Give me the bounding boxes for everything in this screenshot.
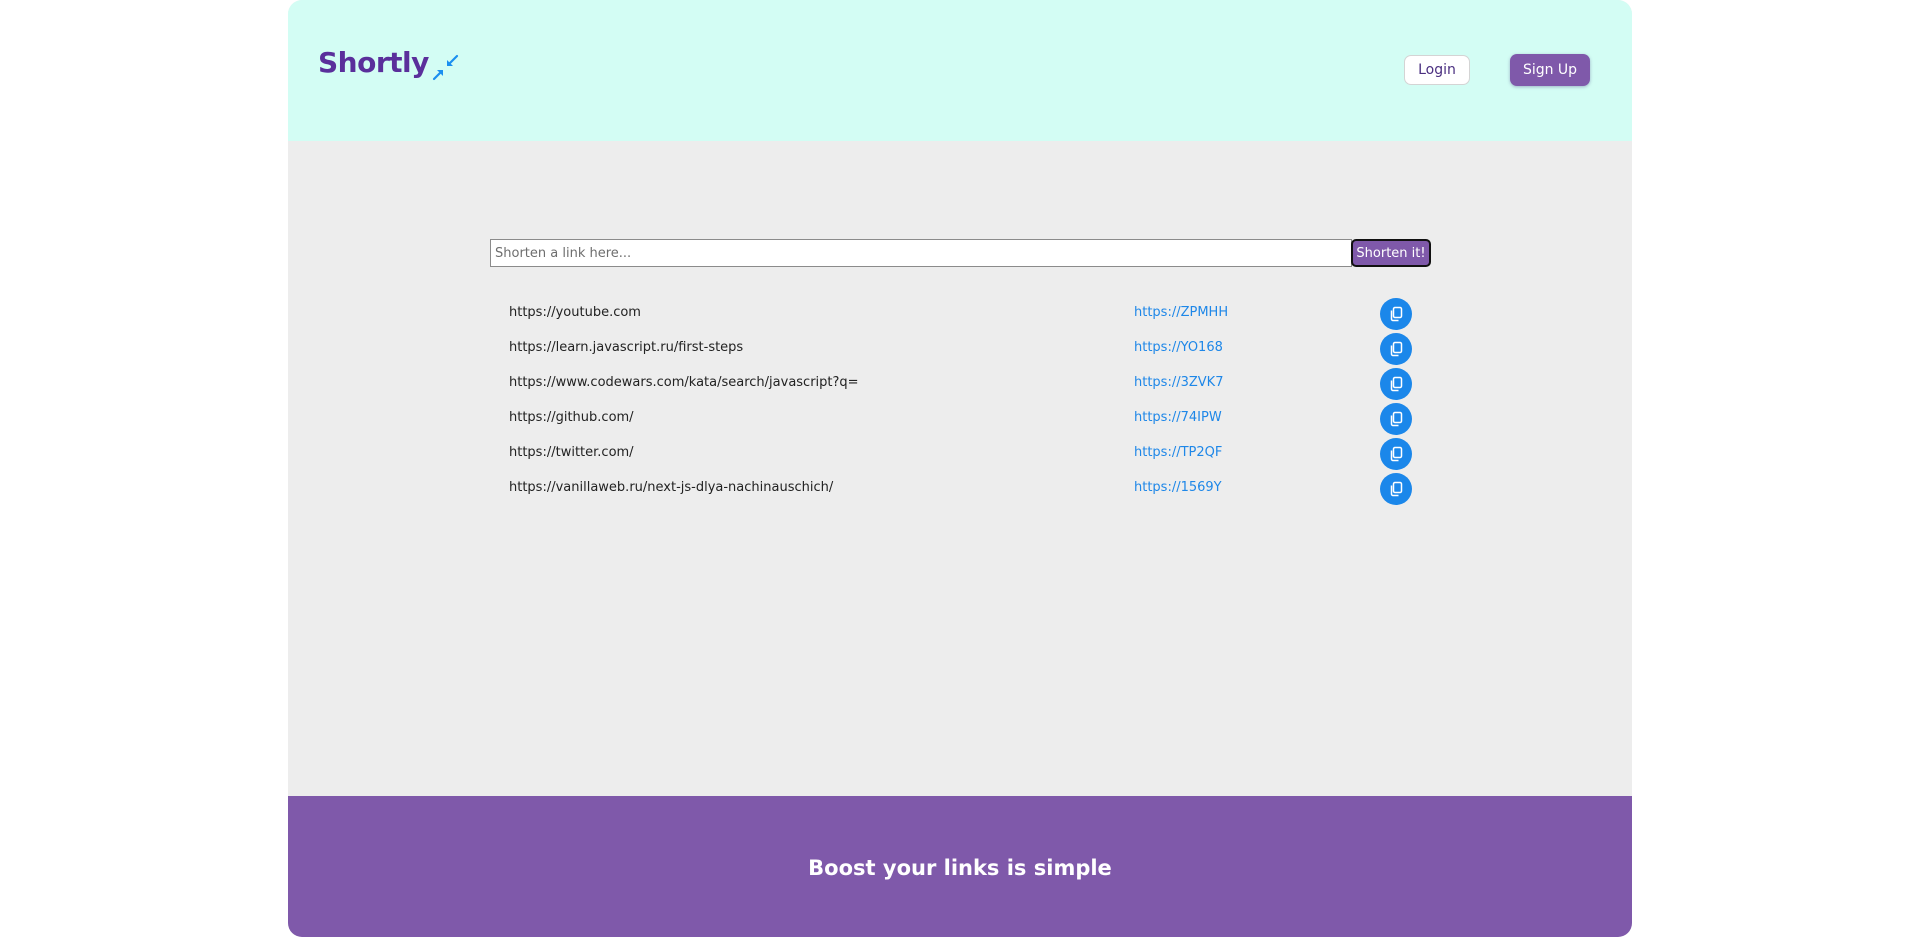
copy-button[interactable] [1380, 438, 1412, 470]
short-url-link[interactable]: https://74IPW [1134, 410, 1222, 425]
copy-icon [1390, 411, 1403, 427]
short-url-link[interactable]: https://TP2QF [1134, 445, 1222, 460]
link-row: https://twitter.com/ https://TP2QF [509, 437, 1429, 472]
compress-arrows-icon [432, 54, 458, 81]
link-row: https://learn.javascript.ru/first-steps … [509, 332, 1429, 367]
signup-button[interactable]: Sign Up [1510, 54, 1590, 86]
original-url: https://youtube.com [509, 305, 641, 320]
copy-icon [1390, 306, 1403, 322]
url-input[interactable] [490, 239, 1352, 267]
original-url: https://github.com/ [509, 410, 634, 425]
link-row: https://github.com/ https://74IPW [509, 402, 1429, 437]
header: Shortly Login Sign Up [288, 0, 1632, 141]
link-row: https://vanillaweb.ru/next-js-dlya-nachi… [509, 472, 1429, 507]
copy-button[interactable] [1380, 368, 1412, 400]
link-row: https://youtube.com https://ZPMHH [509, 297, 1429, 332]
copy-button[interactable] [1380, 333, 1412, 365]
short-url-link[interactable]: https://YO168 [1134, 340, 1223, 355]
shorten-form: Shorten it! [490, 239, 1431, 267]
app-container: Shortly Login Sign Up Shorten it! https:… [288, 0, 1632, 937]
copy-icon [1390, 376, 1403, 392]
copy-button[interactable] [1380, 298, 1412, 330]
shorten-button[interactable]: Shorten it! [1351, 239, 1431, 267]
logo[interactable]: Shortly [318, 46, 459, 82]
copy-icon [1390, 341, 1403, 357]
shortened-links-list: https://youtube.com https://ZPMHH https:… [509, 297, 1429, 507]
copy-button[interactable] [1380, 403, 1412, 435]
footer: Boost your links is simple [288, 796, 1632, 937]
footer-tagline: Boost your links is simple [808, 855, 1112, 880]
short-url-link[interactable]: https://ZPMHH [1134, 305, 1228, 320]
original-url: https://www.codewars.com/kata/search/jav… [509, 375, 859, 390]
original-url: https://vanillaweb.ru/next-js-dlya-nachi… [509, 480, 834, 495]
link-row: https://www.codewars.com/kata/search/jav… [509, 367, 1429, 402]
original-url: https://learn.javascript.ru/first-steps [509, 340, 744, 355]
logo-text: Shortly [318, 46, 429, 79]
copy-icon [1390, 446, 1403, 462]
copy-icon [1390, 481, 1403, 497]
short-url-link[interactable]: https://3ZVK7 [1134, 375, 1223, 390]
short-url-link[interactable]: https://1569Y [1134, 480, 1222, 495]
copy-button[interactable] [1380, 473, 1412, 505]
login-button[interactable]: Login [1404, 55, 1470, 85]
original-url: https://twitter.com/ [509, 445, 634, 460]
